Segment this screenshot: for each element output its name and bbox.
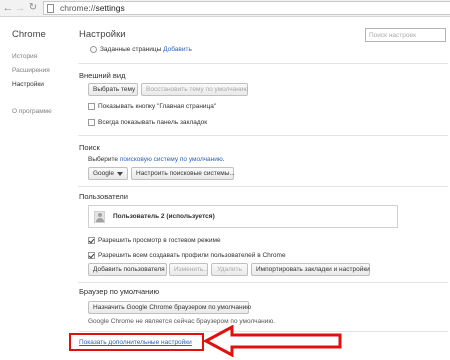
default-search-engine-link[interactable]: поисковую систему по умолчанию <box>120 156 223 163</box>
annotation-arrow-icon <box>204 325 342 357</box>
section-divider <box>78 135 448 136</box>
allow-add-profiles-checkbox[interactable] <box>88 252 95 259</box>
startup-pages-radio[interactable] <box>90 46 97 53</box>
chevron-down-icon <box>117 172 123 176</box>
page-title: Настройки <box>79 29 126 40</box>
startup-add-link[interactable]: Добавить <box>163 46 192 53</box>
show-bookmarks-bar-checkbox[interactable] <box>88 119 95 126</box>
make-default-browser-button[interactable]: Назначить Google Chrome браузером по умо… <box>88 301 251 314</box>
add-user-button[interactable]: Добавить пользователя <box>88 263 167 276</box>
section-divider <box>78 186 448 187</box>
search-settings-field[interactable] <box>365 28 446 42</box>
url-text[interactable]: chrome://settings <box>60 3 125 14</box>
search-engine-selected: Google <box>93 170 114 177</box>
edit-user-button[interactable]: Изменить... <box>169 263 209 276</box>
import-bookmarks-button[interactable]: Импортировать закладки и настройки <box>251 263 370 276</box>
section-divider <box>78 282 448 283</box>
show-home-button-checkbox[interactable] <box>88 103 95 110</box>
page-icon <box>47 4 54 13</box>
reset-theme-button[interactable]: Восстановить тему по умолчанию <box>141 83 248 96</box>
reload-icon[interactable]: ↻ <box>27 2 39 14</box>
select-theme-button[interactable]: Выбрать тему <box>88 83 138 96</box>
allow-add-profiles-label: Разрешить всем создавать профили пользов… <box>98 252 286 259</box>
default-browser-section-title: Браузер по умолчанию <box>79 287 160 296</box>
annotation-highlight-box <box>69 333 204 351</box>
sidebar-item-history[interactable]: История <box>12 53 37 61</box>
sidebar-item-settings[interactable]: Настройки <box>12 81 44 89</box>
startup-pages-label: Заданные страницы Добавить <box>100 46 192 54</box>
url-scheme: chrome:// <box>60 3 96 13</box>
forward-arrow-icon[interactable]: → <box>14 2 26 14</box>
search-section-title: Поиск <box>79 143 100 152</box>
search-settings-input[interactable] <box>366 29 445 41</box>
back-arrow-icon[interactable]: ← <box>2 2 14 14</box>
search-desc-prefix: Выберите <box>88 156 119 163</box>
startup-pages-text: Заданные страницы <box>100 46 162 53</box>
sidebar-title: Chrome <box>12 29 46 40</box>
search-description: Выберите поисковую систему по умолчанию. <box>88 156 225 164</box>
avatar <box>94 211 105 223</box>
manage-search-engines-button[interactable]: Настроить поисковые системы... <box>131 167 235 180</box>
browser-toolbar: ← → ↻ chrome://settings <box>0 0 450 17</box>
profile-list: Пользователь 2 (используется) <box>88 205 398 228</box>
show-home-button-label: Показывать кнопку "Главная страница" <box>98 103 217 110</box>
url-host: settings <box>95 3 125 13</box>
appearance-section-title: Внешний вид <box>79 71 126 80</box>
section-divider <box>78 63 448 64</box>
guest-browsing-checkbox[interactable] <box>88 237 95 244</box>
profile-name[interactable]: Пользователь 2 (используется) <box>113 213 215 221</box>
show-bookmarks-bar-label: Всегда показывать панель закладок <box>98 119 208 126</box>
search-engine-select[interactable]: Google <box>88 167 128 180</box>
address-bar[interactable]: chrome://settings <box>43 1 450 15</box>
sidebar-item-about[interactable]: О программе <box>12 108 52 116</box>
guest-browsing-label: Разрешить просмотр в гостевом режиме <box>98 237 221 244</box>
delete-user-button[interactable]: Удалить <box>211 263 248 276</box>
search-desc-suffix: . <box>222 156 225 163</box>
users-section-title: Пользователи <box>79 192 128 201</box>
sidebar-item-extensions[interactable]: Расширения <box>12 67 50 75</box>
